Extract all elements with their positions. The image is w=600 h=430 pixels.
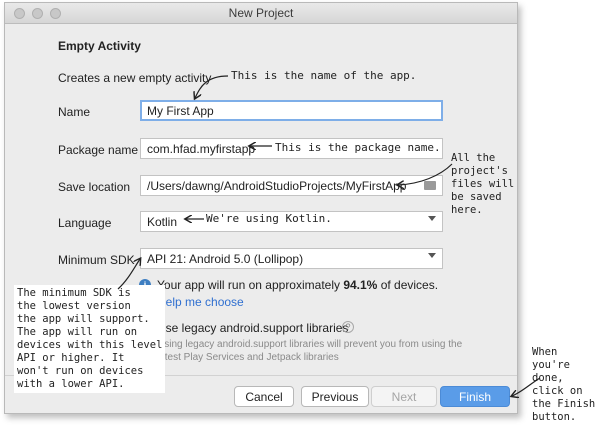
arrow-to-name-field — [195, 75, 229, 98]
arrow-to-minimum-sdk — [117, 259, 140, 290]
annotation-arrows — [117, 75, 541, 430]
arrow-to-finish-button — [512, 377, 541, 396]
arrow-to-save-location — [398, 163, 453, 185]
